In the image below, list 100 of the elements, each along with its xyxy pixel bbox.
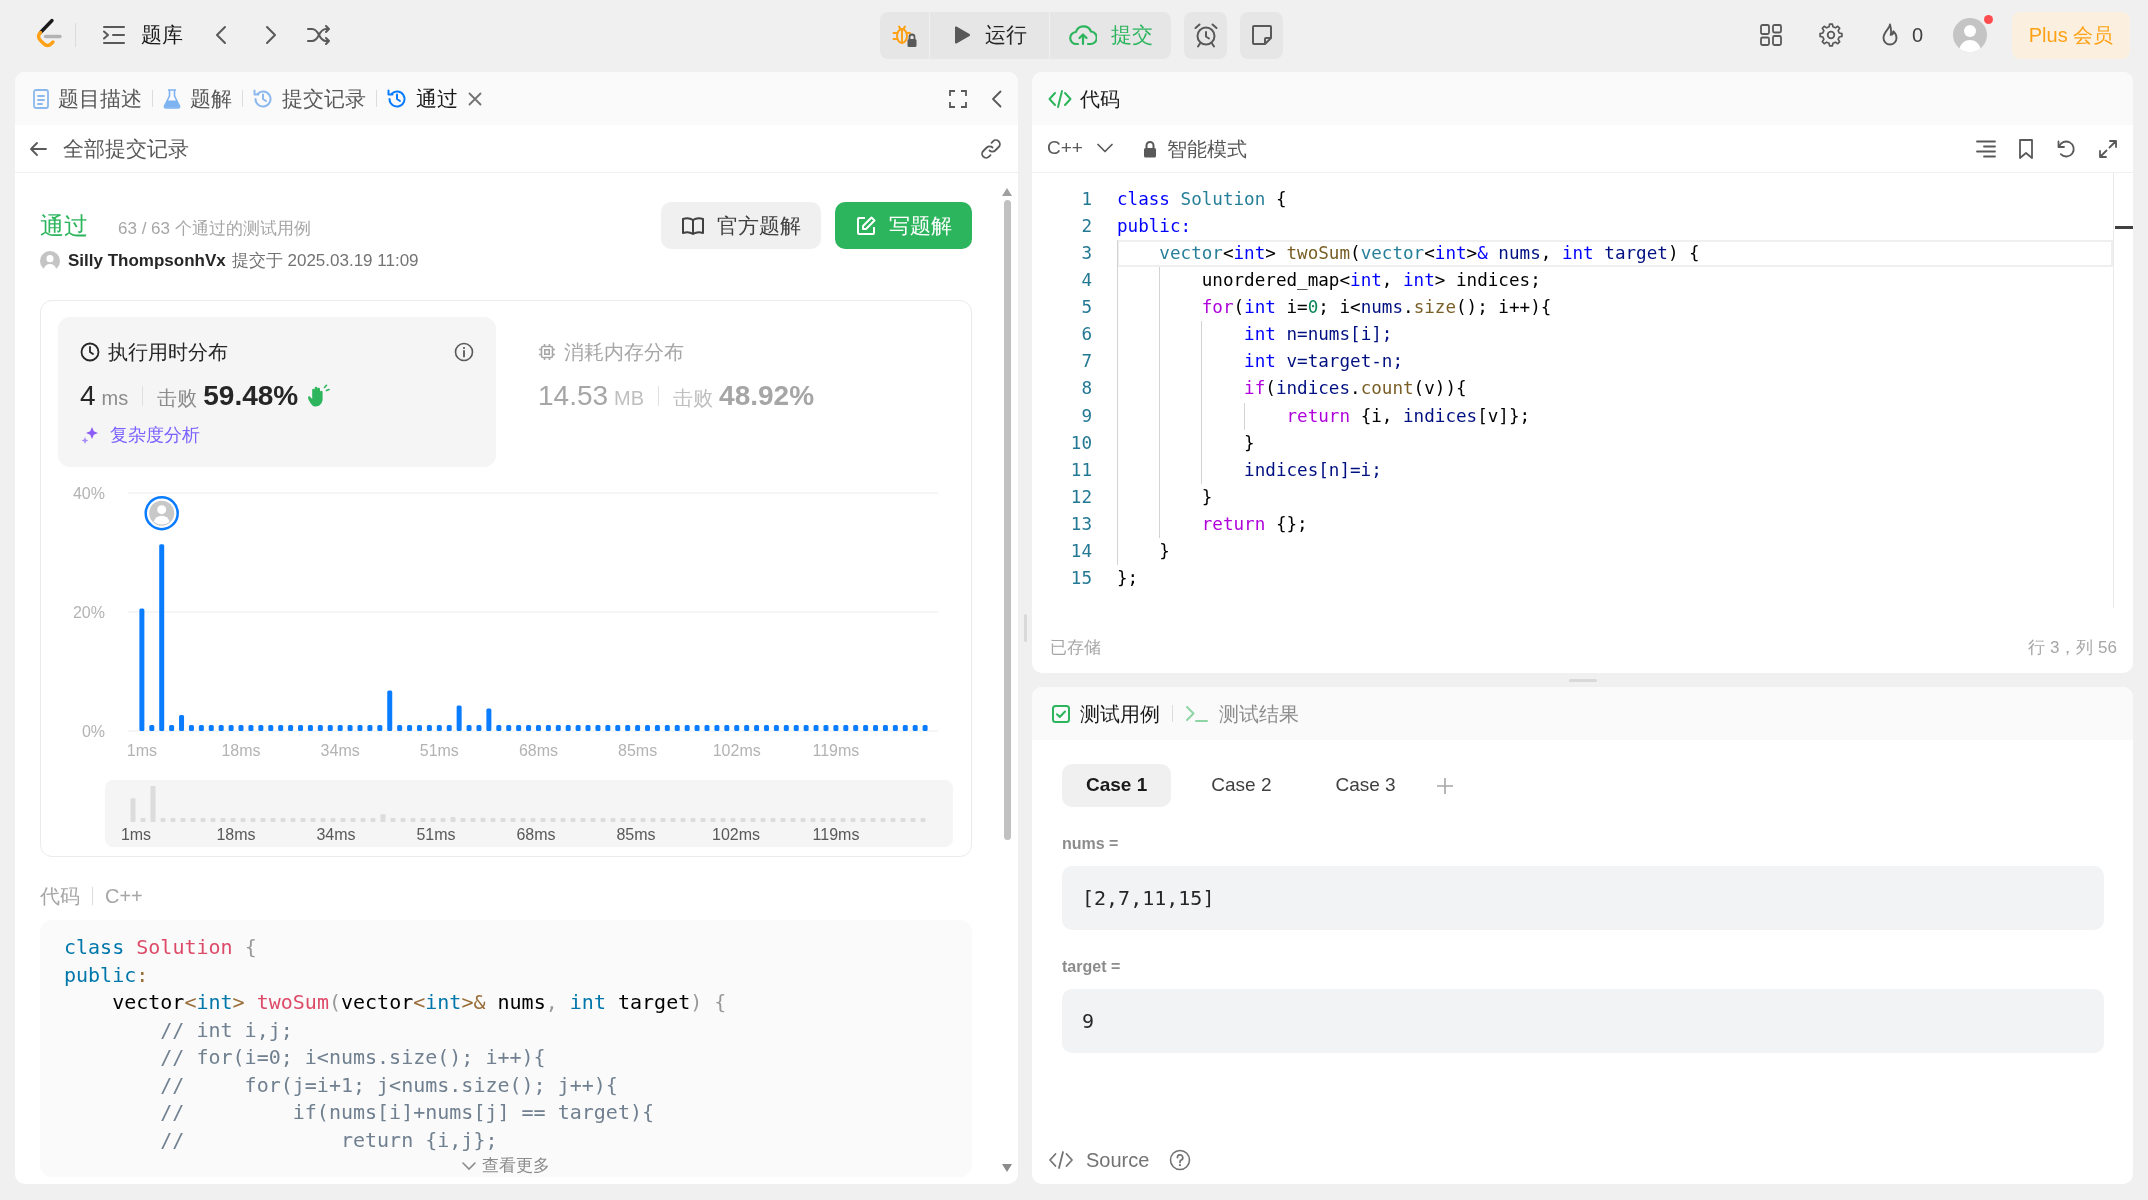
chart-bar xyxy=(516,725,522,732)
chart-bar xyxy=(813,725,819,732)
chart-bar xyxy=(922,725,928,732)
x-axis-label: 85ms xyxy=(618,742,658,760)
source-button[interactable]: Source xyxy=(1048,1147,1150,1172)
code-line[interactable]: int v=target-n; xyxy=(1117,348,2113,376)
navigator-label: 68ms xyxy=(516,826,556,844)
code-line[interactable]: for(int i=0; i<nums.size(); i++){ xyxy=(1117,294,2113,322)
panel-tab[interactable]: 提交记录 xyxy=(243,72,376,125)
chevron-left-icon[interactable] xyxy=(991,89,1002,108)
avatar-marker-icon[interactable] xyxy=(144,496,179,531)
code-line[interactable]: int n=nums[i]; xyxy=(1117,321,2113,349)
chart-navigator[interactable]: 1ms 18ms 34ms 51ms 68ms 85ms 102ms 119ms xyxy=(105,780,953,848)
timer-button[interactable] xyxy=(1184,11,1227,59)
mode-button[interactable]: 智能模式 xyxy=(1142,136,1247,161)
code-line[interactable]: } xyxy=(1117,429,2113,457)
line-number: 14 xyxy=(1069,539,1092,563)
panel-tab[interactable]: 题目描述 xyxy=(23,72,152,125)
line-number: 7 xyxy=(1080,350,1092,374)
fullscreen-icon[interactable] xyxy=(949,89,967,108)
code-line[interactable]: } xyxy=(1117,483,2113,511)
input-field[interactable]: [2,7,11,15] xyxy=(1062,866,2104,931)
line-number: 9 xyxy=(1080,404,1092,428)
notes-button[interactable] xyxy=(1240,11,1283,59)
chart-bar xyxy=(585,725,591,732)
complexity-analysis-link[interactable]: 复杂度分析 xyxy=(80,424,200,447)
panel-tab[interactable]: 通过 xyxy=(377,72,468,125)
shuffle-icon[interactable] xyxy=(307,25,331,45)
line-number: 11 xyxy=(1069,458,1092,482)
settings-icon[interactable] xyxy=(1818,23,1843,47)
code-line: class Solution { xyxy=(64,934,258,962)
cursor-position: 行 3，列 56 xyxy=(2028,637,2117,659)
info-icon[interactable] xyxy=(454,342,474,363)
chart-bar xyxy=(902,725,908,732)
chart-bar xyxy=(357,725,363,732)
case-tab[interactable]: Case 1 xyxy=(1062,764,1172,807)
problem-list-button[interactable]: 题库 xyxy=(103,22,183,48)
code-line[interactable]: } xyxy=(1117,537,2113,565)
case-tab[interactable]: Case 3 xyxy=(1311,764,1420,807)
navigator-label: 18ms xyxy=(216,826,256,844)
checkbox-icon xyxy=(1052,704,1070,723)
code-line[interactable]: class Solution { xyxy=(1117,186,2113,214)
debug-button[interactable] xyxy=(880,11,929,59)
code-line[interactable]: return {}; xyxy=(1117,510,2113,538)
expand-icon[interactable] xyxy=(2098,138,2118,159)
chart-bar xyxy=(307,725,313,732)
panel-tab[interactable]: 测试用例 xyxy=(1052,701,1160,726)
official-solution-button[interactable]: 官方题解 xyxy=(661,202,821,249)
stat-tab[interactable]: 执行用时分布 4 ms 击败 59.48% 复杂度分析 xyxy=(58,317,496,468)
help-icon[interactable] xyxy=(1169,1148,1192,1171)
code-line[interactable]: indices[n]=i; xyxy=(1117,456,2113,484)
scrollbar-thumb[interactable] xyxy=(1003,200,1011,840)
chart-bar xyxy=(754,725,760,732)
chart-bar xyxy=(535,725,541,732)
chart-bar xyxy=(734,725,740,732)
panel-tab[interactable]: 题解 xyxy=(153,72,242,125)
code-line[interactable]: vector<int> twoSum(vector<int>& nums, int target) { xyxy=(1117,240,2113,268)
case-tab[interactable]: Case 2 xyxy=(1187,764,1296,807)
scrollbar-track[interactable] xyxy=(2113,173,2133,608)
code-line[interactable]: }; xyxy=(1117,564,2113,592)
chart-bar xyxy=(714,725,720,732)
chart-bar xyxy=(387,690,393,732)
link-icon[interactable] xyxy=(980,137,1002,160)
chart-bar xyxy=(694,725,700,732)
x-axis-label: 51ms xyxy=(419,742,459,760)
language-selector[interactable]: C++ xyxy=(1047,137,1113,160)
close-icon[interactable] xyxy=(468,91,482,106)
chart-bar xyxy=(218,725,224,732)
run-button[interactable]: 运行 xyxy=(930,11,1049,59)
bookmark-icon[interactable] xyxy=(2018,138,2034,159)
back-link[interactable]: 全部提交记录 xyxy=(29,135,189,162)
arrow-left-icon xyxy=(29,140,47,157)
line-number: 12 xyxy=(1069,485,1092,509)
line-number: 13 xyxy=(1069,512,1092,536)
code-line[interactable]: if(indices.count(v)){ xyxy=(1117,375,2113,403)
cloud-upload-icon xyxy=(1068,24,1097,46)
code-line[interactable]: return {i, indices[v]}; xyxy=(1117,402,2113,430)
input-field[interactable]: 9 xyxy=(1062,989,2104,1054)
alarm-clock-icon xyxy=(1192,22,1219,48)
streak-button[interactable]: 0 xyxy=(1879,23,1923,47)
stat-value: 14.53 xyxy=(538,379,609,413)
line-number: 1 xyxy=(1080,188,1092,211)
undo-icon[interactable] xyxy=(2056,138,2076,159)
code-line[interactable]: public: xyxy=(1117,213,2113,241)
chart-bar xyxy=(645,725,650,732)
format-icon[interactable] xyxy=(1976,139,1996,158)
code-line: public: xyxy=(64,961,150,989)
document-icon xyxy=(33,88,49,109)
chart-bar xyxy=(555,725,561,732)
scroll-up-icon[interactable] xyxy=(1002,188,1012,196)
chart-bar xyxy=(317,725,323,732)
chevron-left-icon[interactable] xyxy=(215,25,227,45)
stat-title: 消耗内存分布 xyxy=(564,340,684,365)
chevron-right-icon[interactable] xyxy=(265,25,277,45)
scroll-down-icon[interactable] xyxy=(1002,1164,1012,1172)
note-icon xyxy=(1250,24,1273,46)
code-line[interactable]: unordered_map<int, int> indices; xyxy=(1117,267,2113,295)
clock-icon xyxy=(80,342,100,363)
grid-icon[interactable] xyxy=(1759,24,1782,46)
chart-bar xyxy=(198,725,204,732)
